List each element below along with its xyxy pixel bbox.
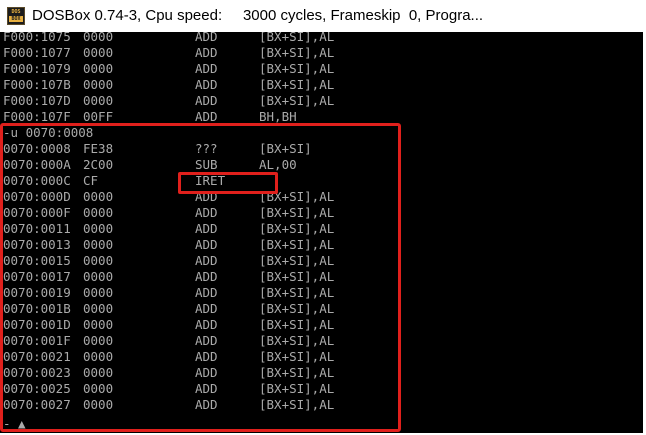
- dosbox-app-icon[interactable]: DOS BOX: [7, 7, 25, 25]
- app-icon-text-top: DOS: [11, 9, 21, 15]
- mnemonic: ADD: [195, 93, 218, 108]
- disassembly-line: F000:1077 0000 ADD [BX+SI],AL: [0, 45, 643, 61]
- mnemonic: ADD: [195, 61, 218, 76]
- address: F000:107B: [3, 77, 71, 92]
- address: F000:107D: [3, 93, 71, 108]
- operands: [BX+SI],AL: [259, 93, 335, 108]
- disassembly-line: F000:107D 0000 ADD [BX+SI],AL: [0, 93, 643, 109]
- dosbox-window: DOS BOX DOSBox 0.74-3, Cpu speed: 3000 c…: [0, 0, 646, 435]
- disassembly-line: F000:1079 0000 ADD [BX+SI],AL: [0, 61, 643, 77]
- address: F000:1079: [3, 61, 71, 76]
- operands: [BX+SI],AL: [259, 61, 335, 76]
- app-icon-text-bottom: BOX: [9, 16, 23, 22]
- disassembly-line: F000:1075 0000 ADD [BX+SI],AL: [0, 32, 643, 45]
- disassembly-line: F000:107B 0000 ADD [BX+SI],AL: [0, 77, 643, 93]
- title-fade: [580, 0, 646, 32]
- opcode-bytes: 0000: [83, 77, 114, 92]
- window-title: DOSBox 0.74-3, Cpu speed: 3000 cycles, F…: [32, 7, 484, 24]
- address: F000:1075: [3, 32, 71, 44]
- annotation-box-iret: [178, 172, 278, 194]
- mnemonic: ADD: [195, 45, 218, 60]
- address: F000:1077: [3, 45, 71, 60]
- operands: [BX+SI],AL: [259, 45, 335, 60]
- opcode-bytes: 0000: [83, 61, 114, 76]
- title-bar[interactable]: DOS BOX DOSBox 0.74-3, Cpu speed: 3000 c…: [0, 0, 646, 32]
- opcode-bytes: 0000: [83, 45, 114, 60]
- opcode-bytes: 0000: [83, 93, 114, 108]
- mnemonic: ADD: [195, 77, 218, 92]
- annotation-box-unassemble-output: [0, 123, 401, 432]
- operands: [BX+SI],AL: [259, 77, 335, 92]
- operands: [BX+SI],AL: [259, 32, 335, 44]
- opcode-bytes: 0000: [83, 32, 114, 44]
- mnemonic: ADD: [195, 32, 218, 44]
